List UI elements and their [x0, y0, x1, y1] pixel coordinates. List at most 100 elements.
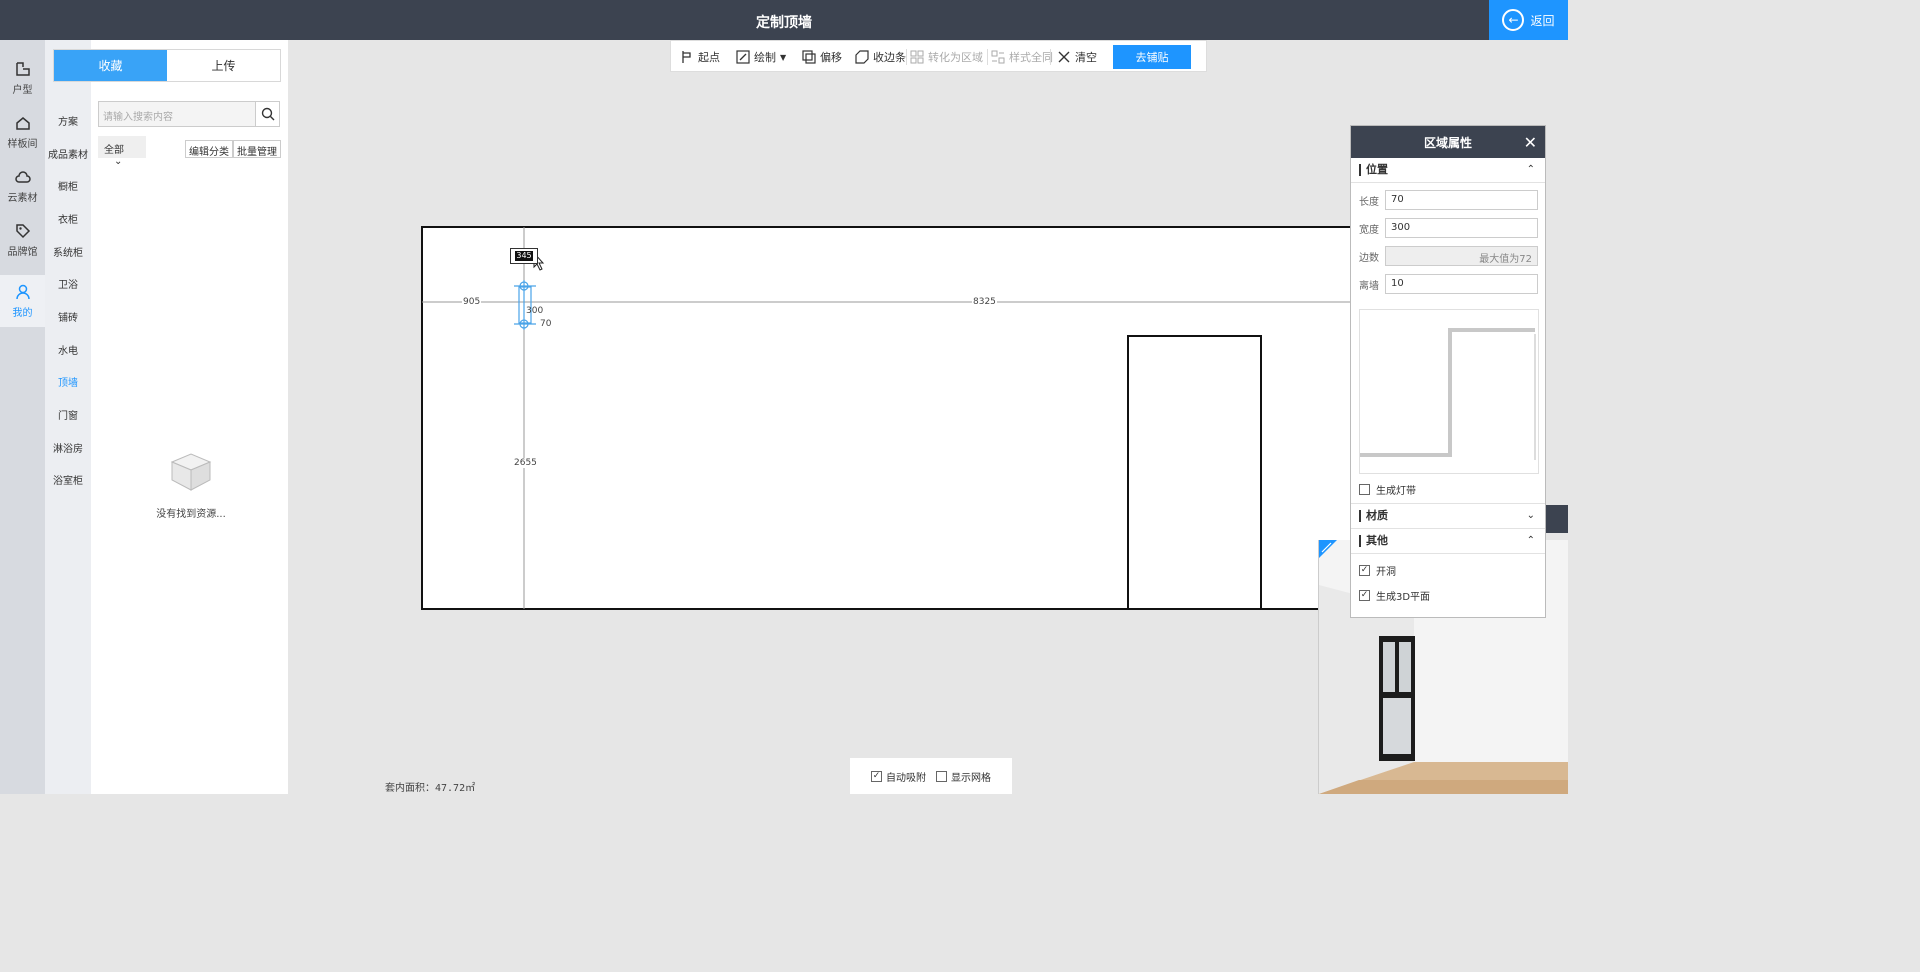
- props-header: 区域属性 ✕: [1351, 126, 1545, 158]
- gen-light-strip-checkbox[interactable]: 生成灯带: [1359, 482, 1416, 497]
- length-input-tooltip[interactable]: 345: [510, 248, 538, 264]
- offset-button[interactable]: 偏移: [802, 49, 842, 65]
- show-grid-checkbox[interactable]: 显示网格: [936, 769, 991, 784]
- tab-upload[interactable]: 上传: [167, 50, 280, 81]
- checkbox-checked-icon: ✓: [871, 770, 882, 782]
- close-icon: [1058, 51, 1070, 63]
- toolbar-divider: [1050, 49, 1051, 65]
- profile-shape: [1360, 328, 1536, 460]
- panel-edge-tab[interactable]: [1546, 505, 1568, 533]
- empty-state: 没有找到资源...: [141, 450, 241, 520]
- nav-item-brand[interactable]: 品牌馆: [0, 214, 45, 266]
- length-input[interactable]: 70: [1385, 190, 1538, 210]
- back-label: 返回: [1530, 13, 1555, 28]
- batch-manage-button[interactable]: 批量管理: [233, 140, 281, 158]
- chevron-down-icon[interactable]: ⌄: [1527, 510, 1535, 521]
- checkbox-checked-icon: ✓: [1359, 590, 1370, 601]
- category-item[interactable]: 淋浴房: [45, 440, 91, 455]
- pencil-icon: [736, 50, 750, 64]
- trim-strip-button[interactable]: 收边条: [855, 49, 906, 65]
- canvas-options-bar: ✓ 自动吸附 显示网格: [850, 758, 1012, 794]
- nav-item-showroom[interactable]: 样板间: [0, 106, 45, 158]
- floorplan-icon: [15, 62, 30, 76]
- category-item[interactable]: 门窗: [45, 407, 91, 422]
- category-item[interactable]: 水电: [45, 342, 91, 357]
- start-point-button[interactable]: 起点: [680, 49, 720, 65]
- search-button[interactable]: [255, 102, 279, 126]
- room-drawing: [421, 226, 1350, 610]
- category-column: 方案 成品素材 橱柜 衣柜 系统柜 卫浴 铺砖 水电 顶墙 门窗 淋浴房 浴室柜: [45, 40, 91, 794]
- back-button[interactable]: ← 返回: [1489, 0, 1568, 40]
- category-item[interactable]: 浴室柜: [45, 472, 91, 487]
- same-style-icon: [991, 50, 1005, 64]
- width-input[interactable]: 300: [1385, 218, 1538, 238]
- wall-distance-input[interactable]: 10: [1385, 274, 1538, 294]
- category-item[interactable]: 方案: [45, 113, 91, 128]
- back-arrow-icon: ←: [1502, 9, 1525, 31]
- sides-input: 最大值为72: [1385, 246, 1538, 266]
- length-row: 长度 70: [1359, 190, 1538, 210]
- dim-label-top: 8325: [972, 297, 997, 307]
- chevron-up-icon[interactable]: ⌃: [1527, 535, 1535, 546]
- home-icon: [15, 117, 30, 130]
- empty-text: 没有找到资源...: [156, 509, 226, 520]
- chevron-down-icon: ⌄: [114, 156, 123, 167]
- checkbox-empty-icon: [936, 770, 947, 782]
- close-icon[interactable]: ✕: [1524, 133, 1537, 152]
- section-material[interactable]: 材质: [1359, 510, 1388, 522]
- category-item[interactable]: 橱柜: [45, 178, 91, 193]
- dim-label-left: 905: [462, 297, 482, 307]
- category-item[interactable]: 衣柜: [45, 211, 91, 226]
- category-item[interactable]: 铺砖: [45, 309, 91, 324]
- tag-icon: [15, 224, 30, 239]
- region-properties-panel: 区域属性 ✕ 位置 ⌃ 长度 70 宽度 300 边数 最大值为72 离墙 10…: [1350, 125, 1546, 618]
- category-item[interactable]: 成品素材: [45, 146, 91, 161]
- asset-panel: 收藏 上传 请输入搜索内容 全部 ⌄ 编辑分类 批量管理 没有找到资源...: [53, 40, 288, 794]
- filter-select[interactable]: 全部 ⌄: [98, 136, 146, 167]
- panel-tabs: 收藏 上传: [53, 49, 281, 82]
- offset-icon: [802, 50, 816, 64]
- divider: [1351, 528, 1545, 529]
- search-input[interactable]: 请输入搜索内容: [99, 102, 255, 126]
- shape-preview: [1359, 309, 1539, 474]
- drawing-canvas[interactable]: 345 905 8325 2655 300 70 套内面积：47.72㎡: [288, 72, 1350, 794]
- nav-item-floorplan[interactable]: 户型: [0, 52, 45, 104]
- region-icon: [910, 50, 924, 64]
- convert-to-region-button[interactable]: 转化为区域: [910, 49, 983, 65]
- user-icon: [15, 284, 30, 300]
- clear-button[interactable]: 清空: [1057, 49, 1097, 65]
- chevron-up-icon[interactable]: ⌃: [1527, 164, 1535, 175]
- category-item[interactable]: 系统柜: [45, 244, 91, 259]
- divider: [1351, 182, 1545, 183]
- divider: [1351, 553, 1545, 554]
- section-other[interactable]: 其他: [1359, 535, 1388, 547]
- tab-favorites[interactable]: 收藏: [54, 50, 167, 81]
- left-nav: 户型 样板间 云素材 品牌馆 我的: [0, 40, 45, 794]
- dim-label-height: 2655: [513, 458, 538, 468]
- nav-item-cloud[interactable]: 云素材: [0, 160, 45, 212]
- same-style-button[interactable]: 样式全同: [991, 49, 1053, 65]
- auto-snap-checkbox[interactable]: ✓ 自动吸附: [871, 769, 926, 784]
- search-icon: [261, 107, 274, 121]
- cloud-icon: [14, 171, 31, 183]
- start-point-icon: [682, 51, 691, 63]
- dropdown-arrow-icon: ▼: [780, 52, 787, 62]
- width-row: 宽度 300: [1359, 218, 1538, 238]
- apply-tiles-button[interactable]: 去铺贴: [1113, 45, 1191, 69]
- category-item-active[interactable]: 顶墙: [45, 374, 91, 389]
- draw-button[interactable]: 绘制 ▼: [736, 49, 786, 65]
- sides-row: 边数 最大值为72: [1359, 246, 1538, 266]
- trim-strip-icon: [855, 50, 869, 64]
- nav-item-mine[interactable]: 我的: [0, 275, 45, 327]
- open-hole-checkbox[interactable]: ✓ 开洞: [1359, 563, 1396, 578]
- checkbox-empty-icon: [1359, 484, 1370, 495]
- empty-box-icon: [170, 453, 212, 491]
- top-bar: 定制顶墙 ← 返回: [0, 0, 1568, 40]
- toolbar-divider: [987, 49, 988, 65]
- checkbox-checked-icon: ✓: [1359, 565, 1370, 576]
- edit-category-button[interactable]: 编辑分类: [185, 140, 233, 158]
- section-position[interactable]: 位置: [1359, 164, 1388, 176]
- page-title: 定制顶墙: [756, 15, 812, 31]
- gen-3d-plane-checkbox[interactable]: ✓ 生成3D平面: [1359, 588, 1430, 603]
- category-item[interactable]: 卫浴: [45, 276, 91, 291]
